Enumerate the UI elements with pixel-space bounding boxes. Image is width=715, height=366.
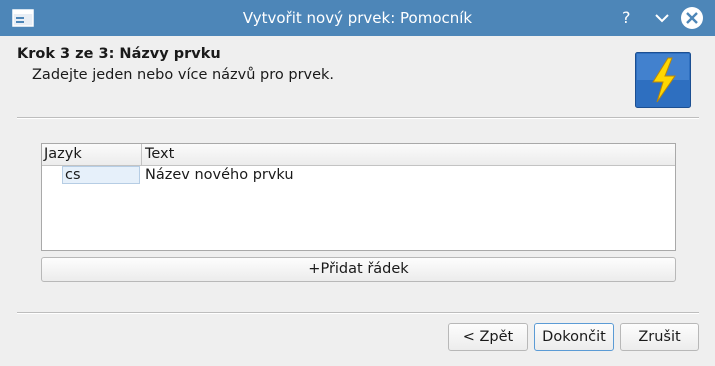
back-button[interactable]: < Zpět	[448, 323, 528, 351]
window-titlebar[interactable]: Vytvořit nový prvek: Pomocník ?	[0, 0, 715, 36]
names-table[interactable]: Jazyk Text cs Název nového prvku	[41, 143, 676, 251]
finish-button[interactable]: Dokončit	[534, 323, 614, 351]
add-row-button[interactable]: +Přidat řádek	[41, 257, 676, 282]
column-header-language[interactable]: Jazyk	[44, 144, 82, 165]
step-description: Zadejte jeden nebo více názvů pro prvek.	[32, 67, 335, 83]
header-separator	[17, 117, 699, 119]
close-icon[interactable]	[681, 7, 703, 29]
text-cell[interactable]: Název nového prvku	[145, 166, 294, 184]
minimize-icon[interactable]	[654, 12, 670, 24]
step-title: Krok 3 ze 3: Názvy prvku	[17, 46, 221, 62]
table-header: Jazyk Text	[42, 144, 675, 166]
cancel-button[interactable]: Zrušit	[620, 323, 699, 351]
window-title: Vytvořit nový prvek: Pomocník	[242, 9, 473, 27]
plus-icon: +	[308, 261, 321, 277]
footer-separator	[17, 312, 699, 314]
column-header-text[interactable]: Text	[145, 144, 174, 165]
lightning-icon	[635, 52, 691, 108]
column-divider	[141, 144, 142, 165]
language-cell[interactable]: cs	[62, 166, 140, 184]
help-icon[interactable]: ?	[622, 0, 631, 36]
add-row-label: Přidat řádek	[320, 261, 409, 277]
